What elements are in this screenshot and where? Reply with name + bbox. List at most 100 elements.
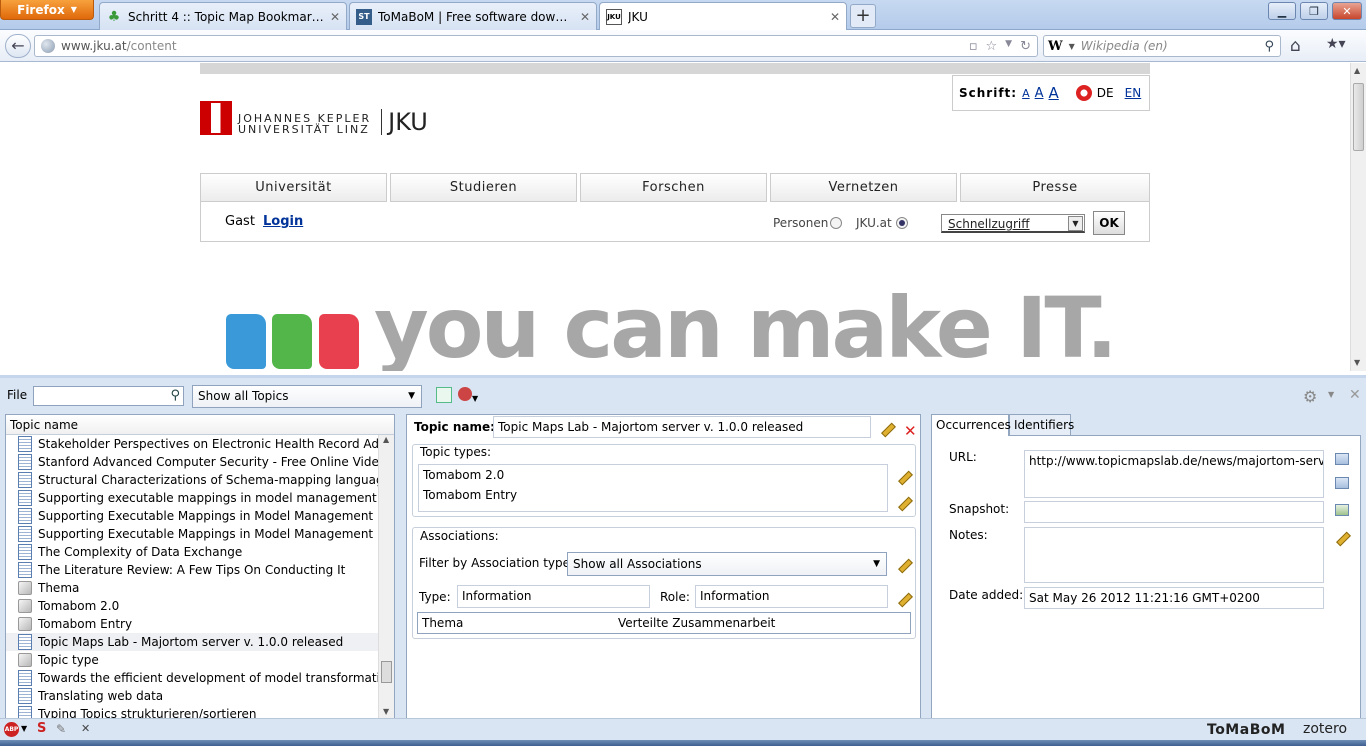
topic-filter-select[interactable]: Show all Topics ▼ <box>192 385 422 408</box>
radio-persons[interactable] <box>830 217 842 229</box>
topic-search-input[interactable]: ⚲ <box>33 386 184 406</box>
close-tab-icon[interactable]: ✕ <box>580 10 590 24</box>
topic-list-header[interactable]: Topic name <box>6 415 394 435</box>
notes-field[interactable] <box>1024 527 1324 583</box>
nav-universitaet[interactable]: Universität <box>200 173 387 202</box>
topic-row[interactable]: Supporting Executable Mappings in Model … <box>6 525 379 543</box>
topic-row[interactable]: Topic Maps Lab - Majortom server v. 1.0.… <box>6 633 379 651</box>
chevron-down-icon[interactable]: ▼ <box>21 724 27 733</box>
edit-pencil-icon[interactable] <box>897 591 911 605</box>
tab-schritt4[interactable]: ♣ Schritt 4 :: Topic Map Bookmark Man...… <box>99 2 347 30</box>
minimize-button[interactable]: ▁ <box>1268 2 1296 20</box>
topic-type-item[interactable]: Tomabom Entry <box>423 485 887 505</box>
close-icon[interactable]: ✕ <box>1349 387 1361 403</box>
add-topic-icon[interactable] <box>436 387 452 403</box>
topic-types-list[interactable]: Tomabom 2.0 Tomabom Entry <box>418 464 888 512</box>
topic-name-input[interactable]: Topic Maps Lab - Majortom server v. 1.0.… <box>493 416 871 438</box>
font-large-link[interactable]: A <box>1049 84 1059 102</box>
topic-row[interactable]: Topic type <box>6 651 379 669</box>
type-input[interactable]: Information <box>457 585 650 608</box>
scroll-thumb[interactable] <box>381 661 392 683</box>
topic-row[interactable]: Tomabom Entry <box>6 615 379 633</box>
gear-icon[interactable]: ⚙ <box>1303 387 1317 406</box>
scroll-down-icon[interactable]: ▼ <box>1354 358 1360 367</box>
file-menu[interactable]: File <box>7 388 27 402</box>
url-copy-icon[interactable] <box>1335 477 1349 489</box>
adblock-icon[interactable]: ABP <box>4 722 19 737</box>
search-bar[interactable]: W ▼ Wikipedia (en) ⚲ <box>1043 35 1281 57</box>
reload-icon[interactable]: ↻ <box>1020 39 1031 54</box>
snapshot-icon[interactable] <box>1335 504 1349 516</box>
font-small-link[interactable]: A <box>1022 87 1030 100</box>
dropdown-icon[interactable]: ▼ <box>1005 39 1012 54</box>
edit-pencil-icon[interactable] <box>897 557 911 571</box>
scroll-up-icon[interactable]: ▲ <box>1354 66 1360 75</box>
restore-button[interactable]: ❐ <box>1300 2 1328 20</box>
login-link[interactable]: Login <box>263 214 303 229</box>
topic-row[interactable]: Supporting executable mappings in model … <box>6 489 379 507</box>
tab-jku[interactable]: JKU JKU ✕ <box>599 2 847 31</box>
assoc-filter-select[interactable]: Show all Associations ▼ <box>567 552 887 576</box>
list-scrollbar[interactable]: ▲ ▼ <box>378 435 394 718</box>
lang-de-link[interactable]: DE <box>1097 86 1114 100</box>
addon-icon[interactable]: ✎ <box>56 722 66 736</box>
url-bar[interactable]: www.jku.at/content ▫ ☆ ▼ ↻ <box>34 35 1038 57</box>
tools-icon[interactable]: ▼ <box>458 387 482 403</box>
topic-row[interactable]: The Complexity of Data Exchange <box>6 543 379 561</box>
topic-row[interactable]: Structural Characterizations of Schema-m… <box>6 471 379 489</box>
search-icon[interactable]: ⚲ <box>170 388 180 403</box>
noscript-icon[interactable]: S <box>37 721 46 736</box>
engine-dropdown-icon[interactable]: ▼ <box>1069 42 1075 51</box>
tab-tomabom[interactable]: ST ToMaBoM | Free software downloads... … <box>349 2 597 30</box>
topic-row[interactable]: Stanford Advanced Computer Security - Fr… <box>6 453 379 471</box>
radio-site[interactable] <box>896 217 908 229</box>
topic-row[interactable]: Thema <box>6 579 379 597</box>
nav-vernetzen[interactable]: Vernetzen <box>770 173 957 202</box>
jku-logo[interactable]: JOHANNES KEPLER UNIVERSITÄT LINZ JKU <box>200 101 428 135</box>
lang-en-link[interactable]: EN <box>1125 86 1142 100</box>
topic-row[interactable]: Stakeholder Perspectives on Electronic H… <box>6 435 379 453</box>
window-close-button[interactable]: ✕ <box>1332 2 1362 20</box>
nav-forschen[interactable]: Forschen <box>580 173 767 202</box>
date-added-field[interactable]: Sat May 26 2012 11:21:16 GMT+0200 <box>1024 587 1324 609</box>
back-button[interactable]: ← <box>5 34 31 58</box>
close-icon[interactable]: ✕ <box>81 722 90 735</box>
wikipedia-icon[interactable]: W <box>1048 39 1063 54</box>
topic-row[interactable]: Tomabom 2.0 <box>6 597 379 615</box>
tab-identifiers[interactable]: Identifiers <box>1009 414 1074 435</box>
role-input[interactable]: Information <box>695 585 888 608</box>
topic-row[interactable]: Towards the efficient development of mod… <box>6 669 379 687</box>
zotero-logo[interactable]: zotero <box>1303 721 1347 737</box>
ok-button[interactable]: OK <box>1093 211 1125 235</box>
tab-occurrences[interactable]: Occurrences <box>931 414 1011 436</box>
chevron-down-icon[interactable]: ▼ <box>1328 390 1334 399</box>
edit-pencil-icon[interactable] <box>1335 530 1349 544</box>
quick-access-select[interactable]: Schnellzugriff ▼ <box>941 214 1085 233</box>
close-tab-icon[interactable]: ✕ <box>330 10 340 24</box>
topic-row[interactable]: Translating web data <box>6 687 379 705</box>
nav-studieren[interactable]: Studieren <box>390 173 577 202</box>
url-field[interactable]: http://www.topicmapslab.de/news/majortom… <box>1024 450 1324 498</box>
bookmarks-menu-icon[interactable]: ★▾ <box>1326 36 1346 52</box>
home-icon[interactable]: ⌂ <box>1290 36 1301 56</box>
scroll-down-icon[interactable]: ▼ <box>383 707 389 716</box>
association-row[interactable]: Thema Verteilte Zusammenarbeit <box>417 612 911 634</box>
topic-row[interactable]: The Literature Review: A Few Tips On Con… <box>6 561 379 579</box>
tomabom-logo[interactable]: ToMaBoM <box>1207 722 1285 738</box>
url-open-icon[interactable] <box>1335 453 1349 465</box>
snapshot-field[interactable] <box>1024 501 1324 523</box>
page-icon[interactable]: ▫ <box>969 39 978 54</box>
edit-pencil-icon[interactable] <box>880 421 894 435</box>
page-scrollbar[interactable]: ▲ ▼ <box>1350 63 1366 371</box>
topic-row[interactable]: Supporting Executable Mappings in Model … <box>6 507 379 525</box>
delete-icon[interactable]: ✕ <box>904 422 917 440</box>
font-medium-link[interactable]: A <box>1035 86 1044 101</box>
scroll-up-icon[interactable]: ▲ <box>383 435 389 444</box>
edit-pencil-icon[interactable] <box>897 495 911 509</box>
new-tab-button[interactable]: + <box>850 4 876 28</box>
topic-row[interactable]: Typing Topics strukturieren/sortieren <box>6 705 379 718</box>
close-tab-icon[interactable]: ✕ <box>830 10 840 24</box>
scroll-thumb[interactable] <box>1353 83 1364 151</box>
topic-type-item[interactable]: Tomabom 2.0 <box>423 465 887 485</box>
search-icon[interactable]: ⚲ <box>1264 39 1280 54</box>
